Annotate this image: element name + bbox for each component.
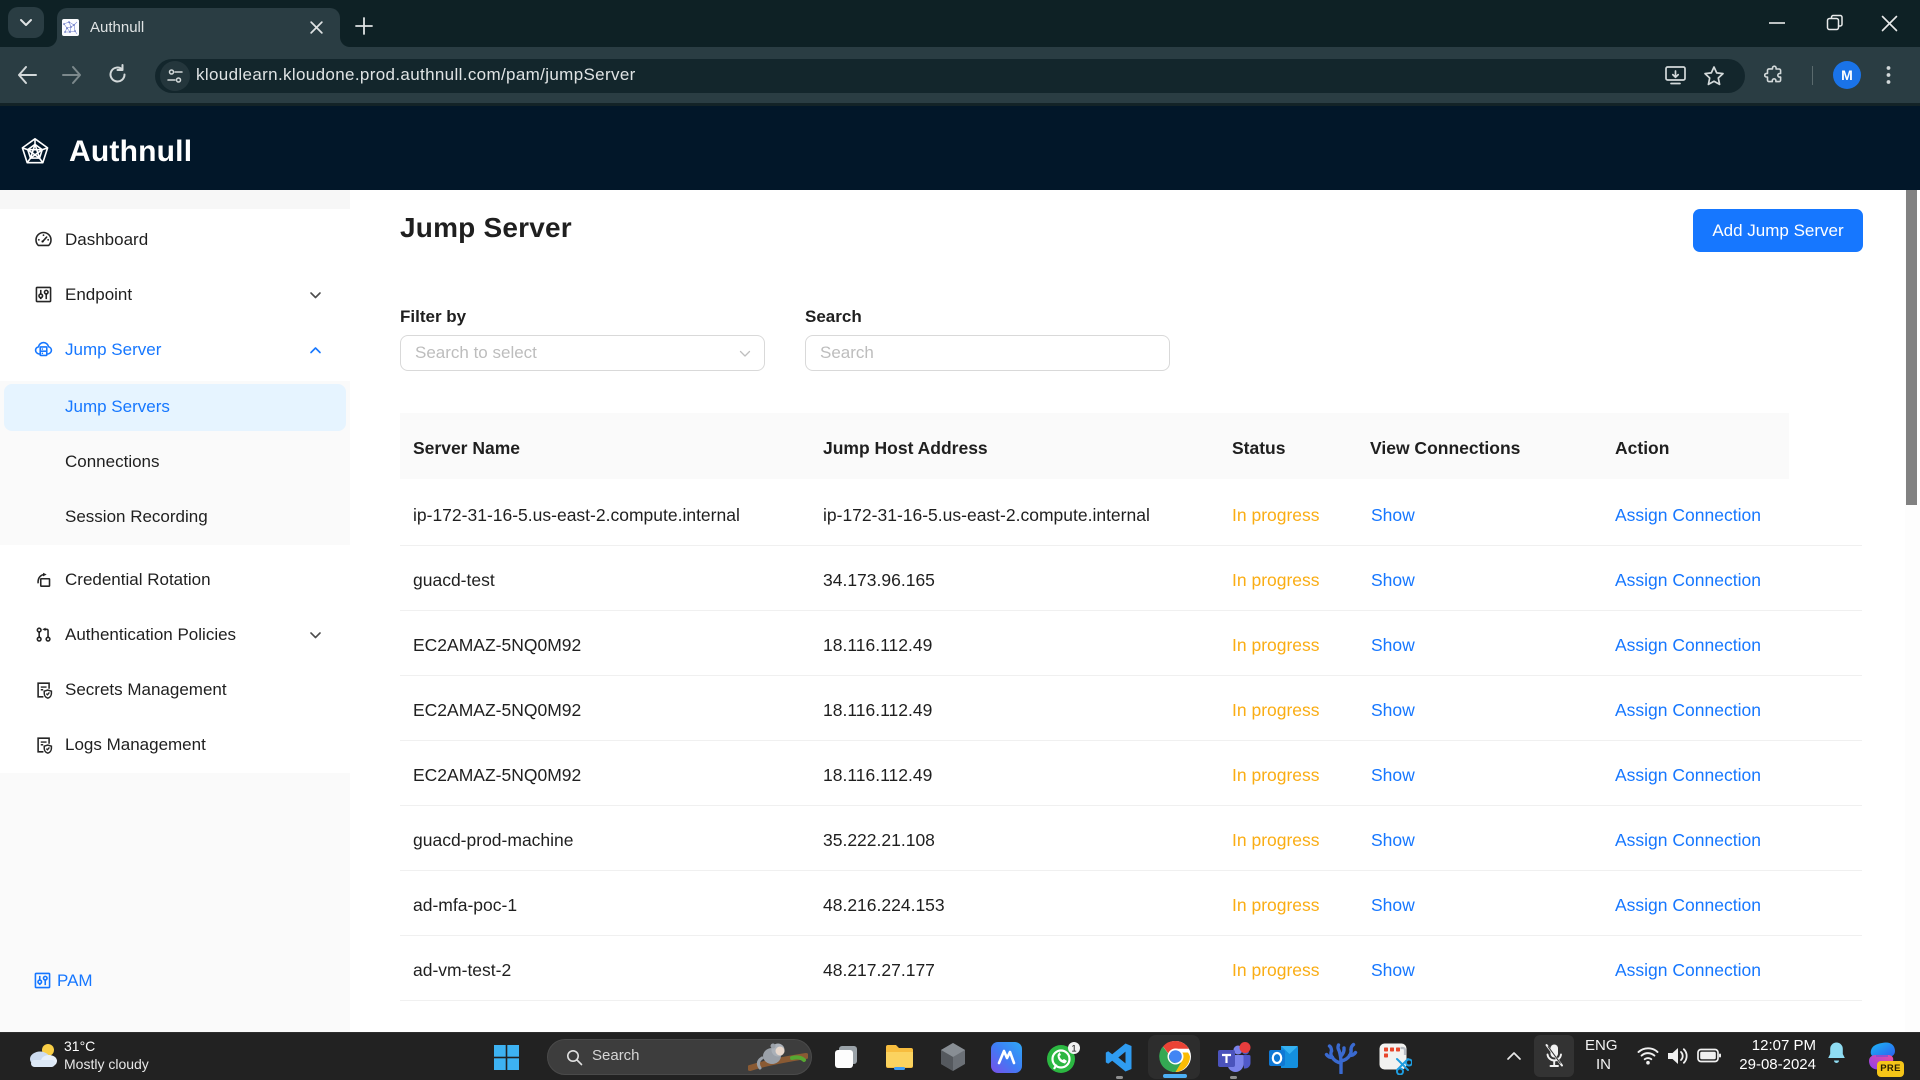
svg-text:1: 1 [1071, 1044, 1076, 1055]
